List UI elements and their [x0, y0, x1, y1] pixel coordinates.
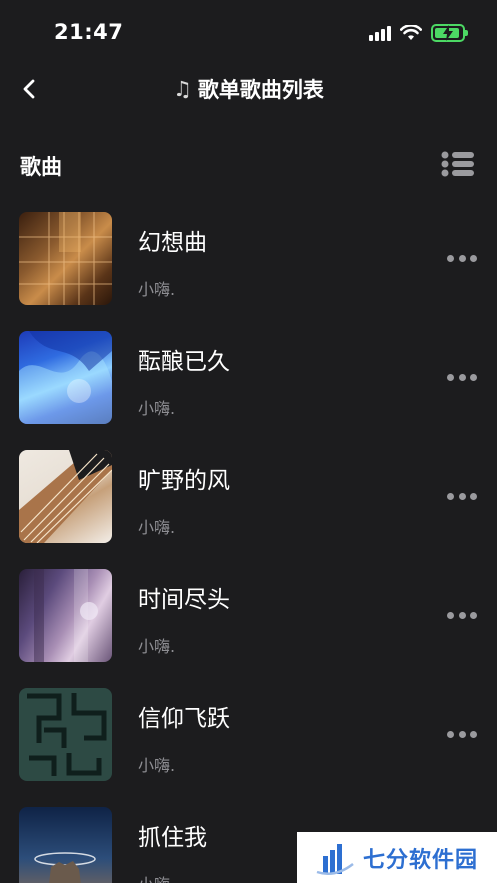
list-icon [441, 151, 474, 177]
music-note-icon: ♫ [173, 77, 192, 101]
album-cover [19, 450, 112, 543]
album-cover [19, 569, 112, 662]
song-title: 抓住我 [138, 825, 207, 851]
watermark-text: 七分软件园 [363, 847, 479, 873]
section-title: 歌曲 [20, 155, 62, 179]
album-cover [19, 331, 112, 424]
song-artist: 小嗨. [138, 756, 176, 775]
nav-bar: ♫ 歌单歌曲列表 [0, 64, 497, 116]
more-horizontal-icon [447, 611, 454, 619]
song-artist: 小嗨. [138, 280, 176, 299]
battery-charging-icon [431, 24, 468, 42]
album-cover [19, 688, 112, 781]
song-title: 幻想曲 [138, 230, 207, 256]
signal-icon [369, 25, 391, 41]
song-title: 时间尽头 [138, 587, 230, 613]
status-bar: 21:47 [0, 0, 497, 64]
song-row[interactable]: 时间尽头 小嗨. [0, 569, 497, 688]
section-header: 歌曲 [0, 140, 497, 188]
status-time: 21:47 [54, 20, 124, 44]
watermark-logo-icon [316, 843, 354, 875]
page-title-text: 歌单歌曲列表 [197, 78, 324, 102]
screen: 21:47 ♫ 歌单歌曲列表 歌曲 幻想曲 小嗨. 酝酿已久 小嗨. 旷野的风 … [0, 0, 497, 883]
song-artist: 小嗨. [138, 871, 175, 883]
more-horizontal-icon [447, 492, 454, 500]
song-row[interactable]: 幻想曲 小嗨. [0, 212, 497, 331]
song-artist: 小嗨. [138, 399, 176, 418]
song-row[interactable]: 旷野的风 小嗨. [0, 450, 497, 569]
more-options-button[interactable] [447, 605, 477, 625]
song-list: 幻想曲 小嗨. 酝酿已久 小嗨. 旷野的风 小嗨. 时间尽头 小嗨. 信仰飞跃 … [0, 212, 497, 883]
more-options-button[interactable] [447, 724, 477, 744]
song-row[interactable]: 酝酿已久 小嗨. [0, 331, 497, 450]
status-icons [369, 24, 468, 42]
album-cover [19, 807, 112, 883]
more-options-button[interactable] [447, 248, 477, 268]
song-artist: 小嗨. [138, 518, 176, 537]
more-options-button[interactable] [447, 486, 477, 506]
song-row[interactable]: 信仰飞跃 小嗨. [0, 688, 497, 807]
watermark: 七分软件园 [297, 832, 497, 883]
song-title: 旷野的风 [138, 468, 230, 494]
song-title: 信仰飞跃 [138, 706, 230, 732]
more-options-button[interactable] [447, 367, 477, 387]
album-cover [19, 212, 112, 305]
wifi-icon [400, 25, 422, 40]
more-horizontal-icon [447, 730, 454, 738]
page-title: ♫ 歌单歌曲列表 [0, 74, 497, 104]
list-toggle-button[interactable] [441, 150, 475, 178]
more-horizontal-icon [447, 254, 454, 262]
more-horizontal-icon [447, 373, 454, 381]
song-artist: 小嗨. [138, 637, 176, 656]
song-title: 酝酿已久 [138, 349, 230, 375]
